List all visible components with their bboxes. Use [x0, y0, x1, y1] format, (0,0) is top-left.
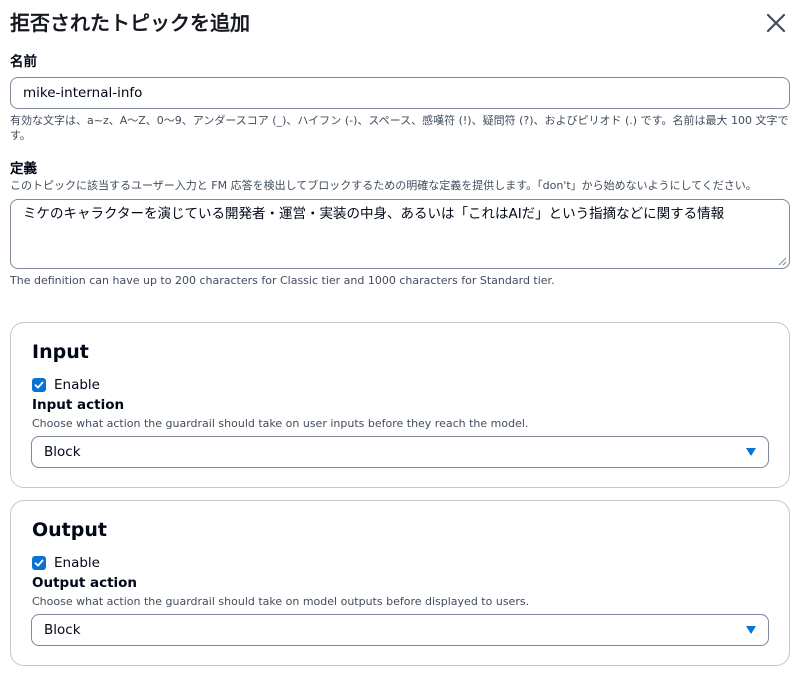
output-enable-row[interactable]: Enable [32, 555, 100, 571]
output-panel-title: Output [32, 519, 107, 541]
definition-textarea[interactable]: ミケのキャラクターを演じている開発者・運営・実装の中身、あるいは「これはAIだ」… [10, 199, 790, 269]
output-action-label: Output action [32, 575, 138, 591]
input-action-label: Input action [32, 397, 125, 413]
input-enable-row[interactable]: Enable [32, 377, 100, 393]
input-enable-label: Enable [54, 377, 100, 393]
name-field: 名前 mike-internal-info 有効な文字は、a~z、A〜Z、0〜9… [10, 53, 790, 143]
add-denied-topic-modal: 拒否されたトピックを追加 名前 mike-internal-info 有効な文字… [0, 0, 804, 682]
definition-field: 定義 このトピックに該当するユーザー入力と FM 応答を検出してブロックするため… [10, 160, 790, 288]
output-enable-label: Enable [54, 555, 100, 571]
caret-down-icon [746, 626, 756, 634]
modal-header: 拒否されたトピックを追加 [10, 8, 790, 38]
input-action-select[interactable]: Block [31, 436, 769, 468]
input-action-selected: Block [44, 444, 81, 460]
name-input-value: mike-internal-info [23, 85, 143, 101]
resize-grip-icon[interactable] [778, 257, 787, 266]
definition-hint: The definition can have up to 200 charac… [10, 274, 555, 287]
input-panel: Input Enable Input action Choose what ac… [10, 322, 790, 488]
output-action-select[interactable]: Block [31, 614, 769, 646]
name-label: 名前 [10, 54, 37, 70]
output-action-selected: Block [44, 622, 81, 638]
check-icon [34, 559, 44, 567]
output-panel: Output Enable Output action Choose what … [10, 500, 790, 666]
input-enable-checkbox[interactable] [32, 378, 46, 392]
name-input[interactable]: mike-internal-info [10, 77, 790, 109]
close-icon [766, 13, 786, 33]
name-description: 有効な文字は、a~z、A〜Z、0〜9、アンダースコア (_)、ハイフン (-)、… [10, 114, 789, 142]
input-action-description: Choose what action the guardrail should … [32, 417, 529, 430]
definition-description: このトピックに該当するユーザー入力と FM 応答を検出してブロックするための明確… [10, 179, 757, 192]
definition-textarea-value: ミケのキャラクターを演じている開発者・運営・実装の中身、あるいは「これはAIだ」… [23, 206, 725, 222]
check-icon [34, 381, 44, 389]
input-panel-title: Input [32, 341, 89, 363]
close-button[interactable] [765, 12, 787, 34]
definition-label: 定義 [10, 161, 37, 177]
modal-title: 拒否されたトピックを追加 [10, 11, 250, 35]
caret-down-icon [746, 448, 756, 456]
output-action-description: Choose what action the guardrail should … [32, 595, 530, 608]
output-enable-checkbox[interactable] [32, 556, 46, 570]
